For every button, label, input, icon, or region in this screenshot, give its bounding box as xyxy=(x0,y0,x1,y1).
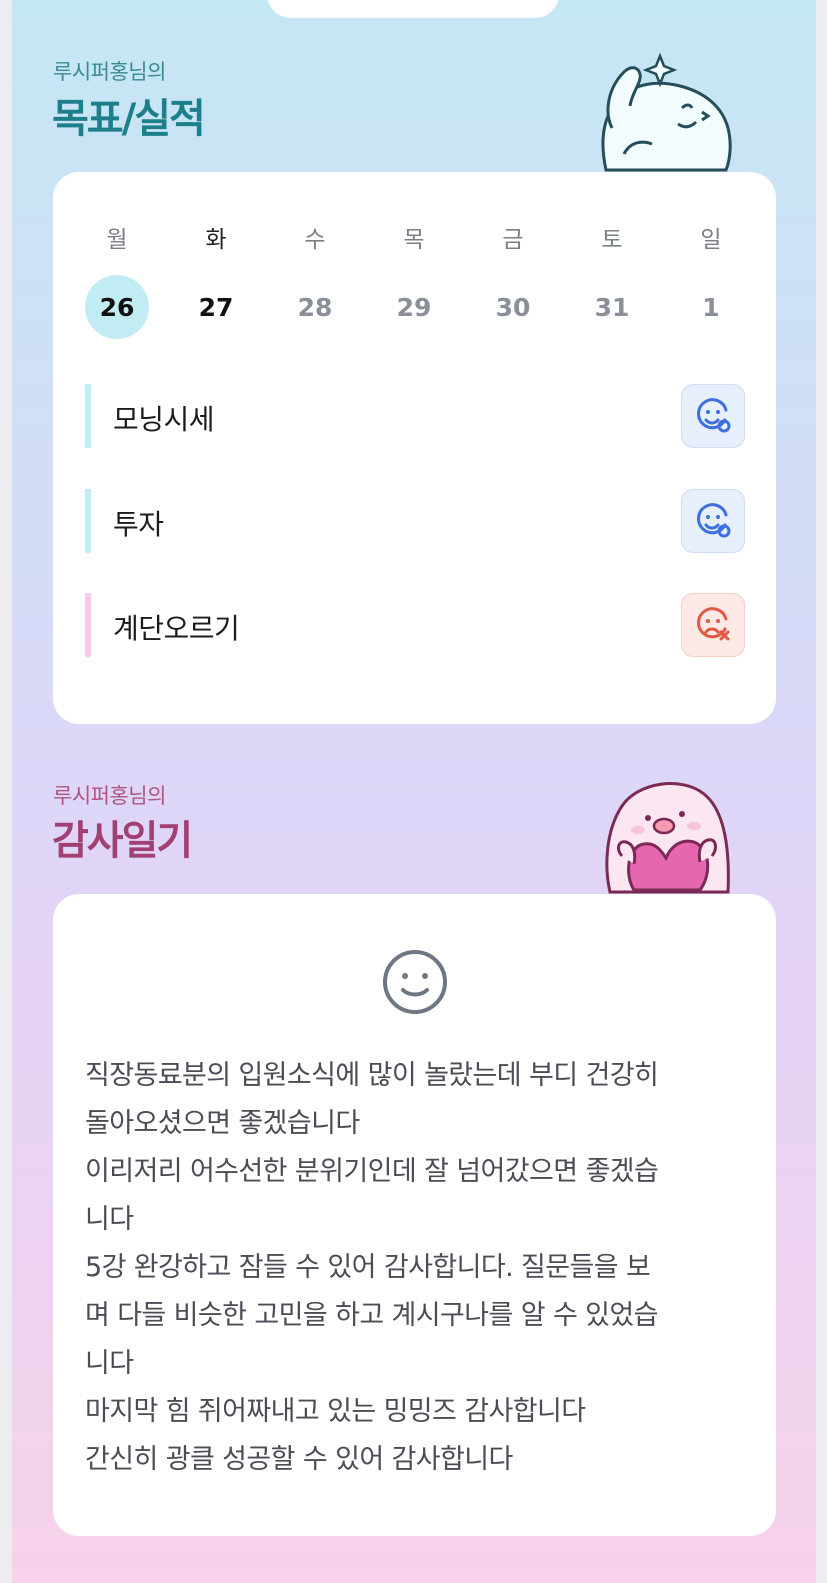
date-cell-selected[interactable]: 26 xyxy=(85,275,149,339)
diary-line: 니다 xyxy=(85,1348,134,1379)
day-name-fri: 금 xyxy=(502,227,524,253)
goal-label: 계단오르기 xyxy=(113,612,240,645)
day-name-sun: 일 xyxy=(700,227,722,253)
goal-status-badge[interactable] xyxy=(681,384,745,448)
goal-color-bar xyxy=(85,593,91,657)
diary-line: 간신히 광클 성공할 수 있어 감사합니다 xyxy=(85,1444,513,1475)
date-cell[interactable]: 1 xyxy=(679,275,743,339)
date-cell[interactable]: 29 xyxy=(382,275,446,339)
day-name-wed: 수 xyxy=(304,227,326,253)
goal-row-morning-market[interactable]: 모닝시세 xyxy=(85,384,745,448)
gratitude-section-title: 감사일기 xyxy=(52,818,193,864)
diary-line: 이리저리 어수선한 분위기인데 잘 넘어갔으면 좋겠습 xyxy=(85,1156,659,1187)
goal-label: 모닝시세 xyxy=(113,403,215,436)
smile-check-icon xyxy=(697,503,731,538)
day-name-sat: 토 xyxy=(601,227,623,253)
day-name-tue: 화 xyxy=(205,227,227,253)
goals-card: 월 화 수 목 금 토 일 26 27 28 29 30 31 1 모닝시세 투… xyxy=(53,172,776,724)
goal-label: 투자 xyxy=(113,508,164,541)
gratitude-owner-label: 루시퍼홍님의 xyxy=(53,784,166,808)
goal-row-stairs[interactable]: 계단오르기 xyxy=(85,593,745,657)
day-name-mon: 월 xyxy=(106,227,128,253)
ghost-mascot-icon xyxy=(601,52,732,172)
heart-mascot-icon xyxy=(605,782,730,894)
date-cell[interactable]: 27 xyxy=(184,275,248,339)
diary-line: 직장동료분의 입원소식에 많이 놀랐는데 부디 건강히 xyxy=(85,1060,659,1091)
date-cell[interactable]: 31 xyxy=(580,275,644,339)
goals-section-title: 목표/실적 xyxy=(52,96,206,142)
sad-x-icon xyxy=(697,607,730,641)
top-tab-pill[interactable] xyxy=(267,0,559,18)
goal-color-bar xyxy=(85,384,91,448)
goal-row-investment[interactable]: 투자 xyxy=(85,489,745,553)
goal-color-bar xyxy=(85,489,91,553)
gratitude-diary-text: 직장동료분의 입원소식에 많이 놀랐는데 부디 건강히 돌아오셨으면 좋겠습니다… xyxy=(85,1052,745,1484)
diary-line: 며 다들 비슷한 고민을 하고 계시구나를 알 수 있었습 xyxy=(85,1300,659,1331)
goal-status-badge[interactable] xyxy=(681,489,745,553)
goal-status-badge[interactable] xyxy=(681,593,745,657)
app-screen: 루시퍼홍님의 목표/실적 월 화 수 목 금 토 일 26 27 28 29 3… xyxy=(12,0,816,1583)
day-name-thu: 목 xyxy=(403,227,425,253)
gratitude-card: 직장동료분의 입원소식에 많이 놀랐는데 부디 건강히 돌아오셨으면 좋겠습니다… xyxy=(53,894,776,1536)
diary-line: 니다 xyxy=(85,1204,134,1235)
diary-line: 돌아오셨으면 좋겠습니다 xyxy=(85,1108,360,1139)
smile-face-icon xyxy=(383,950,447,1014)
smile-check-icon xyxy=(697,398,731,433)
date-cell[interactable]: 28 xyxy=(283,275,347,339)
goals-owner-label: 루시퍼홍님의 xyxy=(53,60,166,84)
diary-line: 마지막 힘 쥐어짜내고 있는 밍밍즈 감사합니다 xyxy=(85,1396,586,1427)
date-cell[interactable]: 30 xyxy=(481,275,545,339)
diary-line: 5강 완강하고 잠들 수 있어 감사합니다. 질문들을 보 xyxy=(85,1252,651,1283)
